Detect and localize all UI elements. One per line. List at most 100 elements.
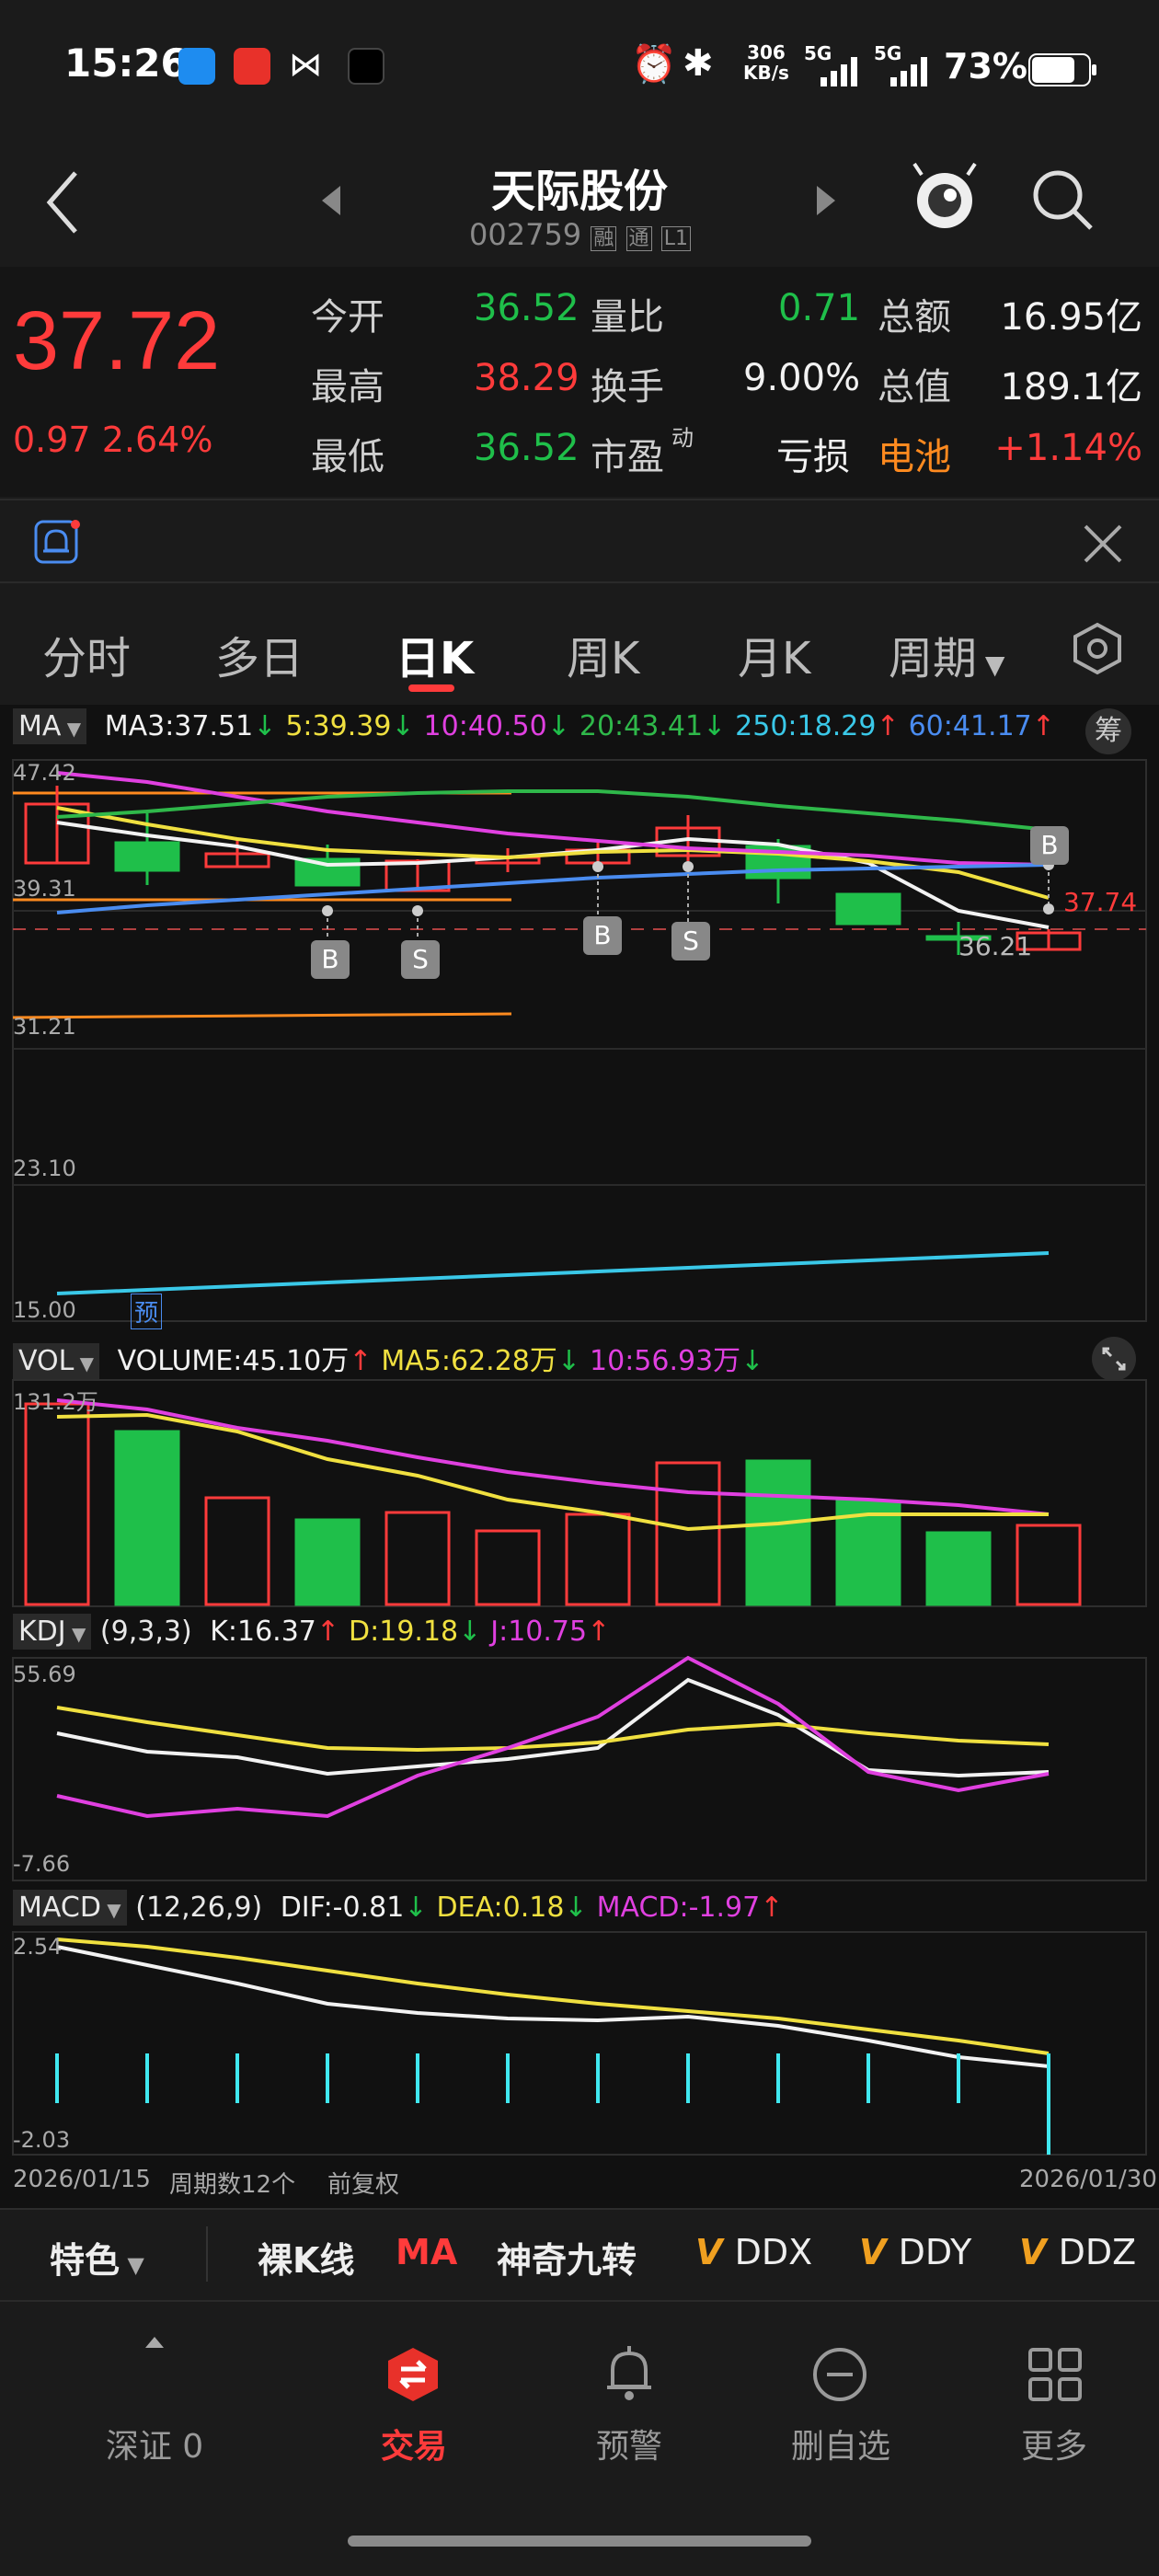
macd-params: (12,26,9) bbox=[135, 1892, 263, 1924]
ddy-label: DDY bbox=[898, 2232, 972, 2272]
mascot-icon[interactable] bbox=[911, 158, 979, 236]
ddx-button[interactable]: V DDX bbox=[695, 2232, 812, 2272]
volume-bar bbox=[655, 1461, 721, 1606]
indicator-value: 10:56.93万 bbox=[590, 1345, 741, 1377]
sell-marker[interactable]: S bbox=[671, 922, 710, 960]
ma-label: MA bbox=[18, 710, 62, 742]
settings-hexagon-icon[interactable] bbox=[1071, 622, 1124, 675]
ma-indicator-select[interactable]: MA ▼ bbox=[13, 708, 87, 744]
bell-icon[interactable] bbox=[33, 519, 81, 567]
indicator-toolbar: 特色 ▼ 裸K线 MA 神奇九转 V DDX V DDY V DDZ bbox=[0, 2208, 1159, 2300]
kdj-y-tick: -7.66 bbox=[13, 1851, 71, 1877]
quote-value: 189.1亿 bbox=[1000, 366, 1142, 408]
level-badge: L1 bbox=[660, 226, 691, 251]
stock-name: 天际股份 bbox=[490, 166, 668, 217]
quote-label: 换手 bbox=[591, 366, 664, 408]
vol-header: VOL ▼ VOLUME:45.10万↑ MA5:62.28万↓ 10:56.93万… bbox=[13, 1338, 763, 1379]
speed-value: 306 bbox=[747, 41, 786, 63]
tab-weekly-k[interactable]: 周K bbox=[567, 622, 639, 686]
ddy-button[interactable]: V DDY bbox=[859, 2232, 971, 2272]
marker-dot bbox=[322, 905, 333, 916]
indicator-value: MA3:37.51 bbox=[104, 710, 254, 742]
nav-index-shenzhen[interactable]: 深证 0 bbox=[63, 2420, 247, 2467]
speed-unit: KB/s bbox=[743, 62, 789, 84]
range-line bbox=[12, 1012, 512, 1019]
quote-label: 最高 bbox=[311, 366, 384, 408]
remove-watchlist-icon[interactable] bbox=[811, 2346, 868, 2403]
vol-indicator-select[interactable]: VOL ▼ bbox=[13, 1343, 100, 1379]
app-notification-icon bbox=[348, 48, 384, 85]
alert-bar bbox=[0, 499, 1159, 583]
indicator-value: VOLUME:45.10万 bbox=[117, 1345, 350, 1377]
prev-stock-icon[interactable] bbox=[318, 182, 342, 219]
tab-daily-k[interactable]: 日K bbox=[396, 622, 474, 686]
buy-marker[interactable]: B bbox=[311, 940, 350, 979]
naked-k-button[interactable]: 裸K线 bbox=[258, 2232, 354, 2283]
bluetooth-icon: ✱ bbox=[683, 42, 714, 85]
volume-bar bbox=[24, 1402, 90, 1606]
next-stock-icon[interactable] bbox=[815, 182, 839, 219]
volume-bar bbox=[565, 1512, 631, 1606]
ma-toggle-button[interactable]: MA bbox=[396, 2232, 457, 2272]
ma250-line bbox=[56, 1251, 1050, 1295]
buy-marker[interactable]: B bbox=[1030, 826, 1069, 865]
volume-bar bbox=[294, 1518, 361, 1606]
buy-marker[interactable]: B bbox=[583, 916, 622, 955]
trend-arrow-icon: ↓ bbox=[458, 1616, 482, 1648]
tab-period[interactable]: 周期 ▼ bbox=[889, 622, 1004, 686]
tab-multiday[interactable]: 多日 bbox=[215, 622, 304, 686]
feature-select[interactable]: 特色 ▼ bbox=[50, 2232, 144, 2283]
chevron-down-icon: ▼ bbox=[74, 1352, 95, 1374]
nav-trade[interactable]: 交易 bbox=[322, 2420, 506, 2467]
date-start: 2026/01/15 bbox=[13, 2166, 151, 2193]
stock-code-line: 002759 融 通 L1 bbox=[469, 217, 691, 252]
chevron-down-icon: ▼ bbox=[100, 1899, 121, 1921]
period-tabs: 分时 多日 日K 周K 月K 周期 ▼ bbox=[0, 585, 1159, 705]
quote-label: 市盈 bbox=[591, 436, 664, 478]
nav-alert[interactable]: 预警 bbox=[537, 2420, 721, 2467]
chart-area[interactable]: MA ▼ MA3:37.51↓ 5:39.39↓ 10:40.50↓ 20:43.41… bbox=[0, 705, 1159, 2208]
chevron-up-icon[interactable] bbox=[143, 2335, 166, 2350]
adjust-mode[interactable]: 前复权 bbox=[327, 2166, 399, 2200]
macd-header: MACD ▼ (12,26,9) DIF:-0.81↓ DEA:0.18↓ MACD… bbox=[13, 1890, 783, 1926]
home-indicator[interactable] bbox=[348, 2536, 811, 2547]
tab-intraday[interactable]: 分时 bbox=[42, 622, 131, 686]
date-end: 2026/01/30 bbox=[1019, 2166, 1157, 2193]
expand-icon[interactable] bbox=[1091, 1336, 1137, 1382]
volume-bar bbox=[925, 1531, 992, 1606]
chevron-down-icon: ▼ bbox=[61, 718, 82, 740]
vip-v-icon: V bbox=[695, 2232, 735, 2272]
ddz-button[interactable]: V DDZ bbox=[1019, 2232, 1136, 2272]
nav-more[interactable]: 更多 bbox=[962, 2420, 1146, 2467]
forecast-label[interactable]: 预 bbox=[131, 1294, 163, 1329]
magic-nine-button[interactable]: 神奇九转 bbox=[497, 2232, 637, 2283]
app-notification-icon bbox=[234, 48, 270, 85]
close-icon[interactable] bbox=[1082, 523, 1124, 565]
sector-link[interactable]: 电池 bbox=[878, 427, 951, 480]
panel-border bbox=[12, 1657, 1147, 1881]
change-value: 0.97 bbox=[13, 420, 91, 460]
quote-value: 38.29 bbox=[474, 357, 580, 399]
search-icon[interactable] bbox=[1028, 166, 1096, 234]
kdj-label: KDJ bbox=[18, 1616, 66, 1648]
quote-value: +1.14% bbox=[994, 427, 1142, 469]
status-time: 15:26 bbox=[64, 40, 188, 86]
indicator-value: 60:41.17 bbox=[908, 710, 1032, 742]
bell-icon[interactable] bbox=[602, 2344, 657, 2403]
more-grid-icon[interactable] bbox=[1027, 2346, 1084, 2403]
chip-distribution-button[interactable]: 筹 bbox=[1085, 708, 1131, 754]
back-icon[interactable] bbox=[40, 166, 86, 239]
volume-bar bbox=[204, 1496, 270, 1606]
kdj-indicator-select[interactable]: KDJ ▼ bbox=[13, 1614, 92, 1650]
quote-label: 最低 bbox=[311, 436, 384, 478]
nav-remove-watchlist[interactable]: 删自选 bbox=[749, 2420, 933, 2467]
period-count: 周期数12个 bbox=[169, 2171, 296, 2199]
trade-icon[interactable] bbox=[384, 2346, 442, 2403]
sell-marker[interactable]: S bbox=[401, 940, 440, 979]
volume-bar bbox=[384, 1511, 451, 1606]
macd-indicator-select[interactable]: MACD ▼ bbox=[13, 1890, 127, 1926]
marker-dot bbox=[683, 861, 694, 872]
margin-badge: 融 bbox=[591, 226, 617, 251]
tab-monthly-k[interactable]: 月K bbox=[738, 622, 810, 686]
kdj-d-line bbox=[56, 1706, 1050, 1753]
